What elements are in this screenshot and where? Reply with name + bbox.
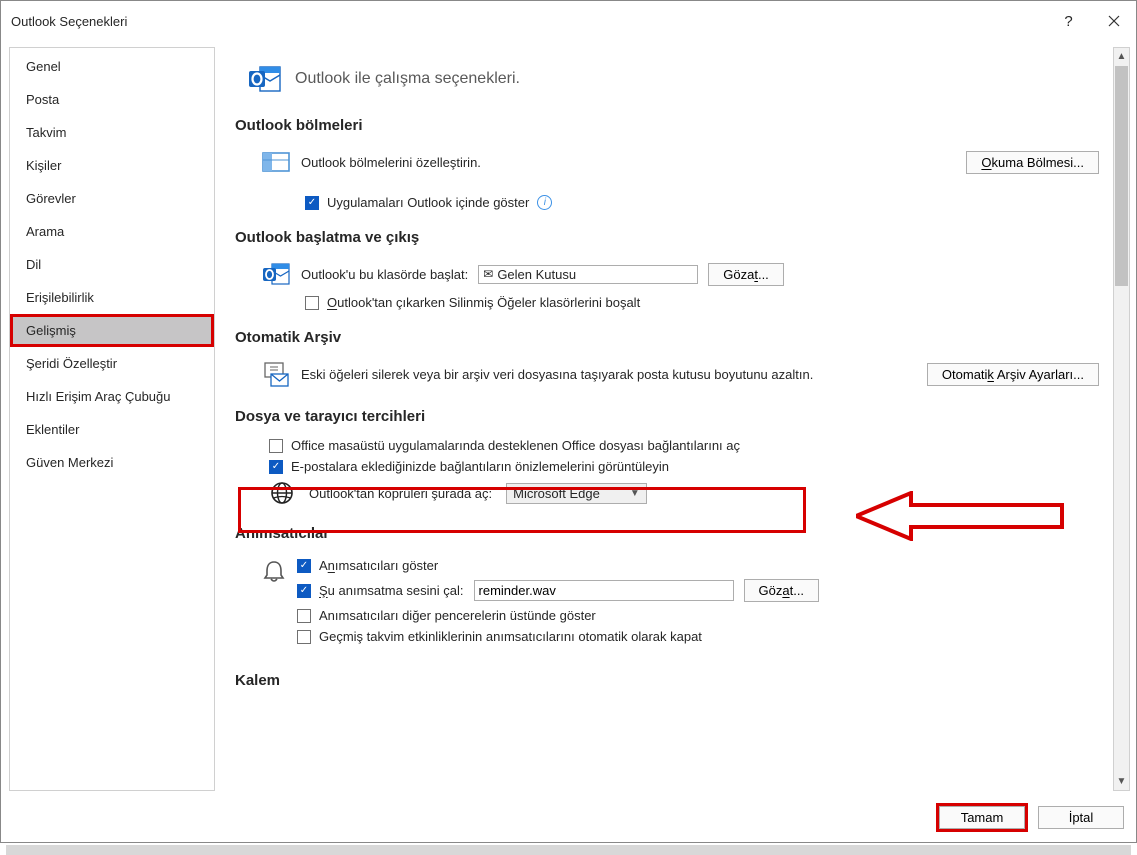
start-in-label: Outlook'u bu klasörde başlat: xyxy=(301,267,468,282)
section-title-filebrowser: Dosya ve tarayıcı tercihleri xyxy=(235,408,1099,425)
open-office-links-label: Office masaüstü uygulamalarında destekle… xyxy=(291,438,740,453)
help-button[interactable]: ? xyxy=(1046,7,1091,35)
window-title: Outlook Seçenekleri xyxy=(11,14,1046,29)
body-area: Genel Posta Takvim Kişiler Görevler Aram… xyxy=(1,41,1136,797)
archive-icon xyxy=(261,359,291,389)
show-apps-label: Uygulamaları Outlook içinde göster xyxy=(327,195,529,210)
content: Outlook ile çalışma seçenekleri. Outlook… xyxy=(223,47,1113,791)
empty-deleted-label: Outlook'tan çıkarken Silinmiş Öğeler kla… xyxy=(327,295,640,310)
section-title-startup: Outlook başlatma ve çıkış xyxy=(235,229,1099,246)
vertical-scrollbar[interactable]: ▲ ▼ xyxy=(1113,47,1130,791)
link-previews-label: E-postalara eklediğinizde bağlantıların … xyxy=(291,459,669,474)
reading-pane-button[interactable]: Okuma Bölmesi... xyxy=(966,151,1099,174)
auto-dismiss-label: Geçmiş takvim etkinliklerinin anımsatıcı… xyxy=(319,629,702,644)
panes-row: Outlook bölmelerini özelleştirin. Okuma … xyxy=(261,144,1099,180)
envelope-icon: ✉ xyxy=(483,267,493,281)
show-reminders-label: Anımsatıcıları göster xyxy=(319,558,438,573)
auto-dismiss-checkbox[interactable]: Geçmiş takvim etkinliklerinin anımsatıcı… xyxy=(297,629,702,644)
scroll-up-icon[interactable]: ▲ xyxy=(1114,48,1129,65)
globe-icon xyxy=(269,480,295,506)
sidebar-item-customize-ribbon[interactable]: Şeridi Özelleştir xyxy=(10,347,214,380)
titlebar: Outlook Seçenekleri ? xyxy=(1,1,1136,41)
play-sound-label: Şu anımsatma sesini çal: xyxy=(319,583,464,598)
checkbox-icon xyxy=(297,559,311,573)
section-title-panes: Outlook bölmeleri xyxy=(235,117,1099,134)
checkbox-icon xyxy=(297,584,311,598)
bottom-shadow xyxy=(6,845,1131,855)
content-wrap: Outlook ile çalışma seçenekleri. Outlook… xyxy=(223,47,1130,791)
ok-button[interactable]: Tamam xyxy=(939,806,1025,829)
cancel-button[interactable]: İptal xyxy=(1038,806,1124,829)
bell-icon xyxy=(261,559,287,585)
browse-sound-button[interactable]: Gözat... xyxy=(744,579,820,602)
scroll-track[interactable] xyxy=(1114,287,1129,773)
sidebar: Genel Posta Takvim Kişiler Görevler Aram… xyxy=(9,47,215,791)
checkbox-icon xyxy=(305,196,319,210)
sidebar-item-quick-access[interactable]: Hızlı Erişim Araç Çubuğu xyxy=(10,380,214,413)
show-apps-checkbox[interactable]: Uygulamaları Outlook içinde göster i xyxy=(305,195,552,210)
sidebar-item-tasks[interactable]: Görevler xyxy=(10,182,214,215)
close-icon xyxy=(1108,15,1120,27)
archive-desc: Eski öğeleri silerek veya bir arşiv veri… xyxy=(301,367,917,382)
open-links-label: Outlook'tan köprüleri şurada aç: xyxy=(309,486,492,501)
auto-archive-button[interactable]: Otomatik Arşiv Ayarları... xyxy=(927,363,1099,386)
sidebar-item-advanced[interactable]: Gelişmiş xyxy=(10,314,214,347)
open-office-links-checkbox[interactable]: Office masaüstü uygulamalarında destekle… xyxy=(269,438,740,453)
section-title-reminders: Anımsatıcılar xyxy=(235,525,1099,542)
sidebar-item-language[interactable]: Dil xyxy=(10,248,214,281)
section-title-pen: Kalem xyxy=(235,672,1099,689)
section-title-archive: Otomatik Arşiv xyxy=(235,329,1099,346)
start-folder-field[interactable]: ✉ Gelen Kutusu xyxy=(478,265,698,284)
options-dialog: Outlook Seçenekleri ? Genel Posta Takvim… xyxy=(0,0,1137,843)
show-reminders-checkbox[interactable]: Anımsatıcıları göster xyxy=(297,558,438,573)
sidebar-item-trust-center[interactable]: Güven Merkezi xyxy=(10,446,214,479)
browser-value: Microsoft Edge xyxy=(513,486,600,501)
checkbox-icon xyxy=(269,460,283,474)
checkbox-icon xyxy=(297,609,311,623)
ok-highlight: Tamam xyxy=(936,803,1028,832)
sidebar-item-people[interactable]: Kişiler xyxy=(10,149,214,182)
sidebar-item-calendar[interactable]: Takvim xyxy=(10,116,214,149)
reminders-ontop-label: Anımsatıcıları diğer pencerelerin üstünd… xyxy=(319,608,596,623)
scroll-down-icon[interactable]: ▼ xyxy=(1114,773,1129,790)
close-button[interactable] xyxy=(1091,7,1136,35)
outlook-start-icon xyxy=(261,259,291,289)
footer: Tamam İptal xyxy=(1,797,1136,842)
checkbox-icon xyxy=(297,630,311,644)
play-sound-checkbox[interactable]: Şu anımsatma sesini çal: xyxy=(297,583,464,598)
reminders-ontop-checkbox[interactable]: Anımsatıcıları diğer pencerelerin üstünd… xyxy=(297,608,596,623)
panes-icon xyxy=(261,147,291,177)
link-previews-checkbox[interactable]: E-postalara eklediğinizde bağlantıların … xyxy=(269,459,669,474)
start-folder-value: Gelen Kutusu xyxy=(497,267,576,282)
scroll-thumb[interactable] xyxy=(1115,66,1128,286)
info-icon[interactable]: i xyxy=(537,195,552,210)
panes-desc: Outlook bölmelerini özelleştirin. xyxy=(301,155,956,170)
chevron-down-icon: ▼ xyxy=(630,488,640,499)
intro-row: Outlook ile çalışma seçenekleri. xyxy=(247,53,1099,115)
sidebar-item-mail[interactable]: Posta xyxy=(10,83,214,116)
outlook-icon xyxy=(247,61,283,97)
browser-combo[interactable]: Microsoft Edge ▼ xyxy=(506,483,647,504)
sidebar-item-search[interactable]: Arama xyxy=(10,215,214,248)
empty-deleted-checkbox[interactable]: Outlook'tan çıkarken Silinmiş Öğeler kla… xyxy=(305,295,640,310)
sidebar-item-accessibility[interactable]: Erişilebilirlik xyxy=(10,281,214,314)
sound-file-input[interactable] xyxy=(474,580,734,601)
browse-start-folder-button[interactable]: Gözat... xyxy=(708,263,784,286)
sidebar-item-addins[interactable]: Eklentiler xyxy=(10,413,214,446)
sidebar-item-general[interactable]: Genel xyxy=(10,50,214,83)
intro-text: Outlook ile çalışma seçenekleri. xyxy=(295,70,520,88)
checkbox-icon xyxy=(305,296,319,310)
checkbox-icon xyxy=(269,439,283,453)
